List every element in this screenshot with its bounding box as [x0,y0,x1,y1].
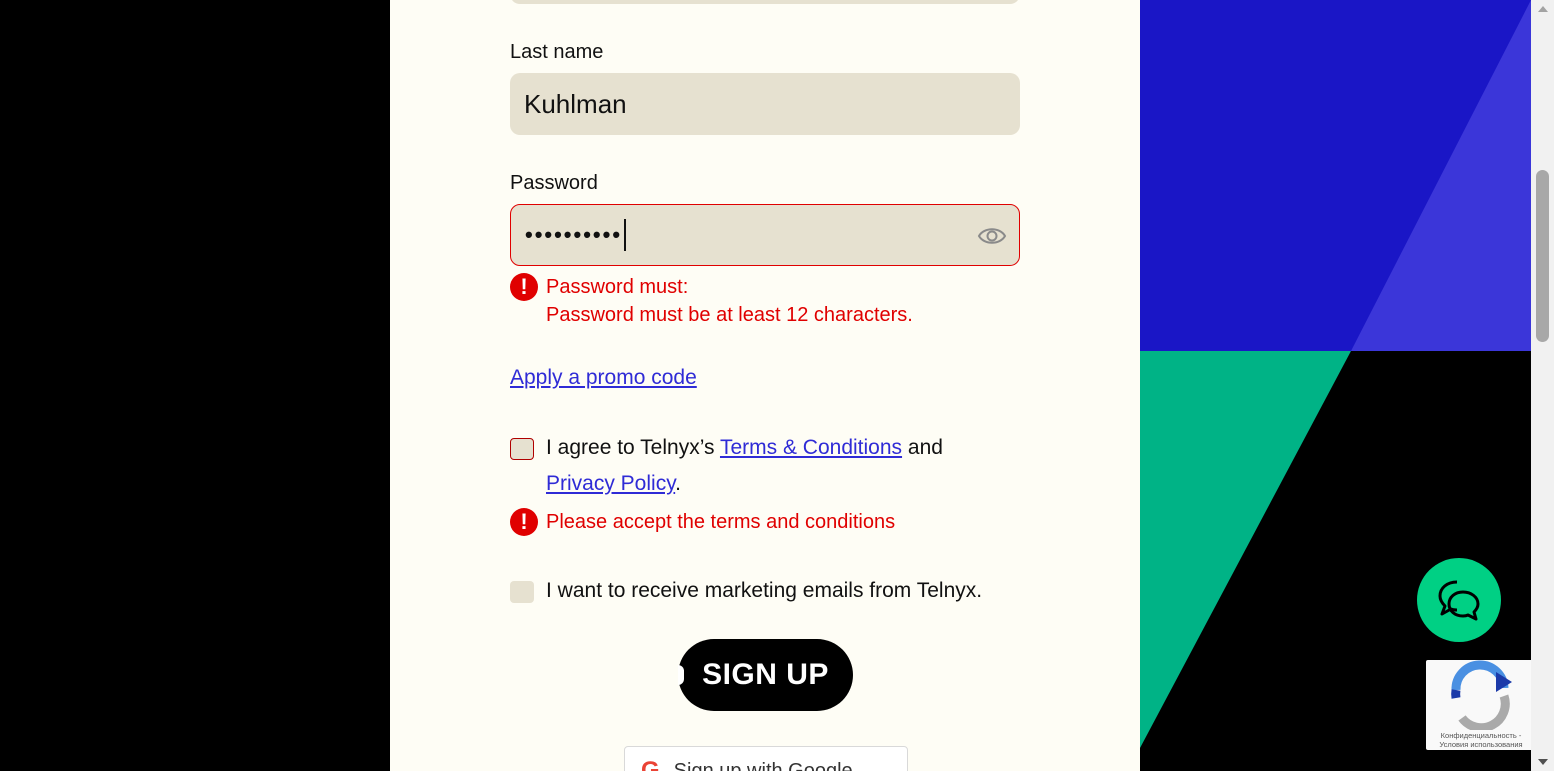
marketing-checkbox[interactable] [510,581,534,603]
scroll-up-arrow[interactable] [1538,6,1548,12]
scroll-thumb[interactable] [1536,170,1549,342]
first-name-input[interactable] [510,0,1020,4]
decorative-shapes [1140,0,1531,771]
marketing-label: I want to receive marketing emails from … [546,579,983,602]
text-caret [624,219,627,251]
chat-icon [1438,580,1480,621]
error-icon: ! [510,508,538,536]
terms-checkbox[interactable] [510,438,534,460]
error-icon: ! [510,273,538,301]
terms-prefix: I agree to Telnyx’s [546,436,715,459]
password-label: Password [510,172,598,194]
privacy-policy-link[interactable]: Privacy Policy [546,472,675,495]
scroll-down-arrow[interactable] [1538,759,1548,765]
recaptcha-badge[interactable]: Конфиденциальность - Условия использован… [1426,660,1536,750]
right-decoration [1140,0,1531,771]
last-name-input[interactable]: Kuhlman [510,73,1020,135]
terms-and: and [907,436,943,459]
google-icon: G [641,757,660,771]
eye-icon[interactable] [977,222,1007,250]
terms-error: ! Please accept the terms and conditions [510,508,895,536]
password-input[interactable]: •••••••••• [510,204,1020,266]
chat-button[interactable] [1417,558,1501,642]
signup-button[interactable]: SIGN UP [678,639,853,711]
last-name-value: Kuhlman [524,88,627,119]
marketing-row: I want to receive marketing emails from … [510,579,982,609]
terms-suffix: . [675,472,681,495]
terms-error-text: Please accept the terms and conditions [546,511,896,533]
google-button-label: Sign up with Google [673,759,853,771]
recaptcha-text[interactable]: Конфиденциальность - Условия использован… [1430,731,1532,749]
terms-row: I agree to Telnyx’s Terms & Conditions a… [510,436,943,502]
google-signup-button[interactable]: G Sign up with Google [624,746,908,771]
signup-form-panel: Last name Kuhlman Password •••••••••• ! … [390,0,1140,771]
terms-link[interactable]: Terms & Conditions [720,436,902,459]
left-background [0,0,390,771]
password-value: •••••••••• [525,222,623,247]
password-error: ! Password must: Password must be at lea… [510,273,913,329]
last-name-label: Last name [510,41,604,63]
password-error-title: Password must: [546,276,689,298]
page-scrollbar[interactable] [1531,0,1554,771]
recaptcha-icon [1451,660,1512,733]
promo-code-link[interactable]: Apply a promo code [510,366,697,390]
password-error-detail: Password must be at least 12 characters. [546,304,913,326]
